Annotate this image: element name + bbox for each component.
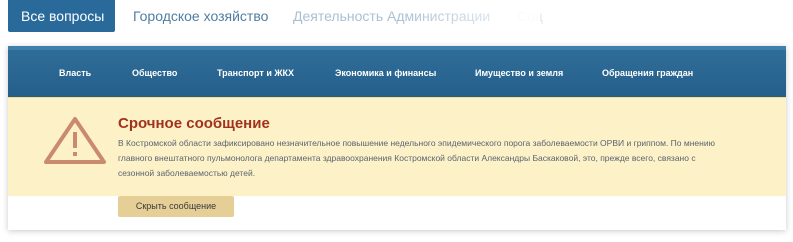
tab-administration-activity[interactable]: Деятельность Администрации	[293, 0, 499, 32]
nav-item-transport[interactable]: Транспорт и ЖКХ	[217, 50, 294, 97]
nav-item-citizen-appeals[interactable]: Обращения граждан	[602, 50, 693, 97]
tab-social[interactable]: Соц	[499, 0, 557, 32]
alert-title: Срочное сообщение	[118, 115, 270, 132]
warning-triangle-icon	[44, 117, 106, 164]
tab-all-questions[interactable]: Все вопросы	[8, 0, 115, 32]
nav-item-power[interactable]: Власть	[59, 50, 91, 97]
main-nav-bar: Власть Общество Транспорт и ЖКХ Экономик…	[8, 46, 786, 97]
hide-message-button[interactable]: Скрыть сообщение	[118, 196, 234, 217]
content-card: Власть Общество Транспорт и ЖКХ Экономик…	[8, 46, 786, 230]
tab-city-economy[interactable]: Городское хозяйство	[115, 0, 293, 32]
nav-item-economy[interactable]: Экономика и финансы	[335, 50, 436, 97]
nav-item-society[interactable]: Общество	[132, 50, 177, 97]
category-tabs: Все вопросы Городское хозяйство Деятельн…	[8, 0, 557, 32]
nav-item-property[interactable]: Имущество и земля	[475, 50, 563, 97]
alert-text: В Костромской области зафиксировано незн…	[118, 138, 715, 178]
urgent-alert: Срочное сообщение В Костромской области …	[8, 97, 786, 196]
